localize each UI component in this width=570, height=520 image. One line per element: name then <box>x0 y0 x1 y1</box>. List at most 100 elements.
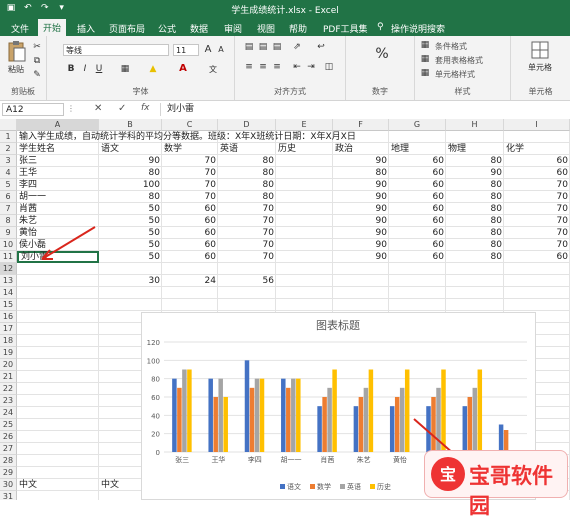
row-header-17[interactable]: 17 <box>0 323 17 335</box>
row-header-19[interactable]: 19 <box>0 347 17 359</box>
column-header-h[interactable]: H <box>446 119 504 131</box>
score-cell[interactable]: 70 <box>162 155 218 167</box>
tab-data[interactable]: 数据 <box>185 20 213 37</box>
score-cell[interactable]: 50 <box>99 227 162 239</box>
score-cell[interactable]: 80 <box>333 167 389 179</box>
tell-me-search[interactable]: 操作说明搜索 <box>386 20 450 37</box>
legend-entry[interactable]: 历史 <box>377 482 391 491</box>
score-cell[interactable]: 90 <box>333 239 389 251</box>
column-header-d[interactable]: D <box>218 119 276 131</box>
score-cell[interactable]: 60 <box>389 155 446 167</box>
score-cell[interactable]: 80 <box>446 203 504 215</box>
bar-历史[interactable] <box>223 397 228 452</box>
cut-icon[interactable]: ✂ <box>31 42 43 52</box>
row-header-20[interactable]: 20 <box>0 359 17 371</box>
tab-formulas[interactable]: 公式 <box>153 20 181 37</box>
score-cell[interactable]: 90 <box>333 191 389 203</box>
legend-entry[interactable]: 数学 <box>317 482 331 491</box>
tab-page-layout[interactable]: 页面布局 <box>104 20 150 37</box>
score-cell[interactable]: 60 <box>162 227 218 239</box>
score-cell[interactable]: 24 <box>162 275 218 287</box>
score-cell[interactable]: 30 <box>99 275 162 287</box>
score-cell[interactable]: 50 <box>99 203 162 215</box>
bar-英语[interactable] <box>218 378 223 452</box>
score-cell[interactable]: 70 <box>218 203 276 215</box>
score-cell[interactable]: 60 <box>389 167 446 179</box>
legend-entry[interactable]: 英语 <box>347 482 361 491</box>
bar-语文[interactable] <box>353 406 359 452</box>
score-cell[interactable]: 60 <box>162 239 218 251</box>
tab-file[interactable]: 文件 <box>6 20 34 37</box>
phonetic-icon[interactable]: 文 <box>207 64 219 75</box>
student-name-cell[interactable]: 肖茜 <box>17 203 99 215</box>
score-cell[interactable]: 60 <box>389 191 446 203</box>
conditional-format-button[interactable]: 条件格式 <box>435 41 467 52</box>
score-cell[interactable]: 90 <box>333 215 389 227</box>
decrease-indent-icon[interactable]: ⇤ <box>291 62 303 72</box>
score-cell[interactable]: 80 <box>446 239 504 251</box>
fill-color-icon[interactable]: ▲ <box>147 64 159 74</box>
score-cell[interactable]: 80 <box>218 167 276 179</box>
student-name-cell[interactable]: 李四 <box>17 179 99 191</box>
row-header-29[interactable]: 29 <box>0 467 17 479</box>
border-icon[interactable]: ▦ <box>119 64 131 74</box>
copy-icon[interactable]: ⧉ <box>31 56 43 66</box>
chart-title[interactable]: 图表标题 <box>316 318 360 332</box>
student-name-cell[interactable]: 侯小磊 <box>17 239 99 251</box>
row-header-11[interactable]: 11 <box>0 251 17 263</box>
bar-历史[interactable] <box>441 369 446 453</box>
bar-英语[interactable] <box>291 378 296 452</box>
bar-历史[interactable] <box>404 369 410 453</box>
row-header-23[interactable]: 23 <box>0 395 17 407</box>
row-header-16[interactable]: 16 <box>0 311 17 323</box>
header-cell[interactable]: 历史 <box>276 143 333 155</box>
row-header-31[interactable]: 31 <box>0 491 17 500</box>
row-header-14[interactable]: 14 <box>0 287 17 299</box>
row-header-9[interactable]: 9 <box>0 227 17 239</box>
score-cell[interactable]: 80 <box>99 167 162 179</box>
name-box[interactable]: A12 <box>2 103 64 116</box>
score-cell[interactable]: 60 <box>162 203 218 215</box>
score-cell[interactable]: 50 <box>99 239 162 251</box>
bar-历史[interactable] <box>477 369 483 453</box>
row-header-4[interactable]: 4 <box>0 167 17 179</box>
column-header-f[interactable]: F <box>333 119 389 131</box>
row-header-12[interactable]: 12 <box>0 263 17 275</box>
row-header-5[interactable]: 5 <box>0 179 17 191</box>
bar-数学[interactable] <box>358 397 364 452</box>
score-cell[interactable]: 56 <box>218 275 276 287</box>
bar-语文[interactable] <box>317 406 322 452</box>
increase-indent-icon[interactable]: ⇥ <box>305 62 317 72</box>
bar-英语[interactable] <box>182 369 187 453</box>
select-all-corner[interactable] <box>0 119 17 131</box>
score-cell[interactable]: 60 <box>389 227 446 239</box>
bar-语文[interactable] <box>426 406 431 452</box>
bar-语文[interactable] <box>389 406 395 452</box>
score-cell[interactable]: 70 <box>162 191 218 203</box>
header-cell[interactable]: 英语 <box>218 143 276 155</box>
score-cell[interactable]: 70 <box>218 251 276 263</box>
row-header-1[interactable]: 1 <box>0 131 17 143</box>
bar-语文[interactable] <box>244 360 250 452</box>
row-header-18[interactable]: 18 <box>0 335 17 347</box>
bar-数学[interactable] <box>322 397 327 452</box>
score-cell[interactable]: 60 <box>162 215 218 227</box>
score-cell[interactable]: 60 <box>389 251 446 263</box>
bar-英语[interactable] <box>399 387 405 452</box>
bar-语文[interactable] <box>172 378 177 452</box>
score-cell[interactable]: 80 <box>446 155 504 167</box>
tab-insert[interactable]: 插入 <box>72 20 100 37</box>
align-top-icon[interactable]: ▤ <box>243 42 255 52</box>
orientation-icon[interactable]: ⇗ <box>291 42 303 52</box>
bar-英语[interactable] <box>472 387 478 452</box>
bar-语文[interactable] <box>462 406 468 452</box>
paste-button[interactable]: 粘贴 <box>4 40 28 75</box>
bar-英语[interactable] <box>327 387 332 452</box>
column-header-a[interactable]: A <box>17 119 99 131</box>
row-header-13[interactable]: 13 <box>0 275 17 287</box>
tab-view[interactable]: 视图 <box>252 20 280 37</box>
row-header-26[interactable]: 26 <box>0 431 17 443</box>
cells-button[interactable]: 单元格 <box>517 40 563 73</box>
italic-button[interactable]: I <box>79 64 91 74</box>
row-header-2[interactable]: 2 <box>0 143 17 155</box>
